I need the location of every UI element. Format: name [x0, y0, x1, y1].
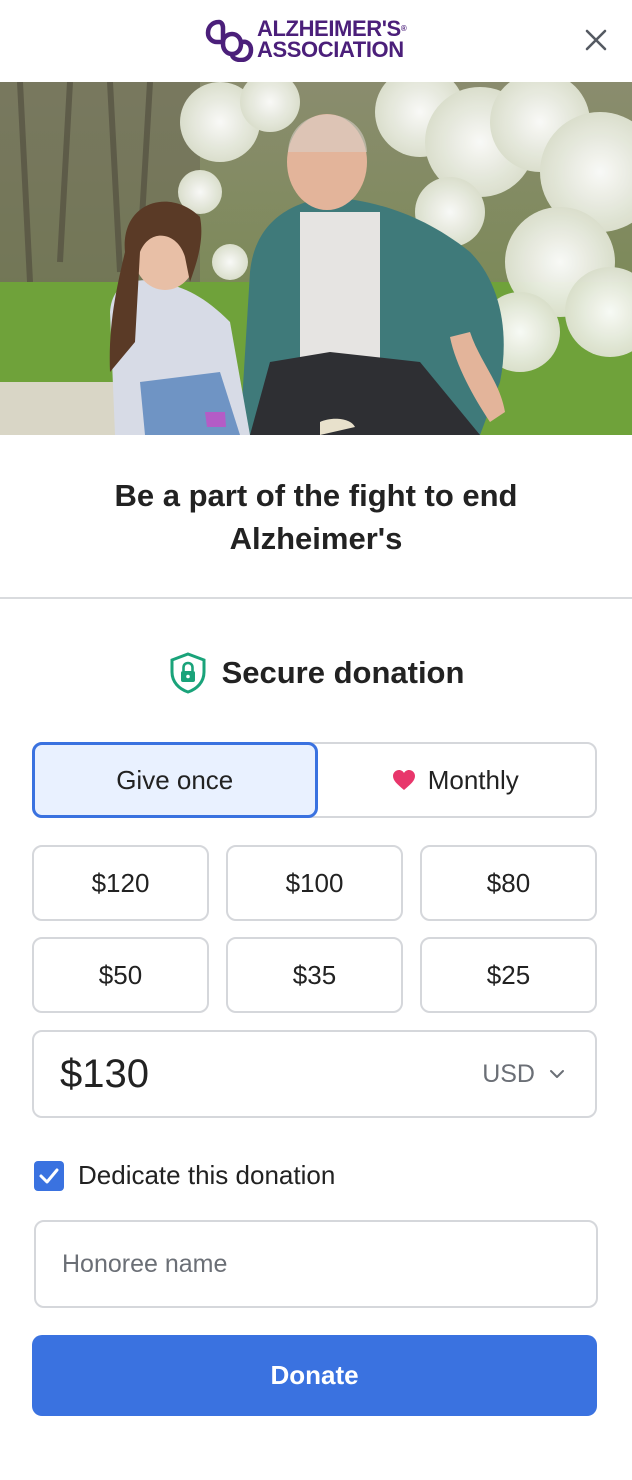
- amount-button-100[interactable]: $100: [226, 845, 403, 921]
- title-line1: Be a part of the fight to end: [114, 478, 518, 513]
- dedicate-row: Dedicate this donation: [34, 1160, 335, 1191]
- currency-select[interactable]: USD: [482, 1060, 565, 1089]
- heart-icon: [392, 770, 415, 790]
- logo-mark-icon: [205, 19, 254, 62]
- brand-logo[interactable]: ALZHEIMER'S® ASSOCIATION: [205, 16, 407, 62]
- frequency-toggle: Give once Monthly: [32, 742, 597, 818]
- give-once-option[interactable]: Give once: [32, 742, 318, 818]
- hero-image: [0, 82, 632, 435]
- close-icon[interactable]: [582, 26, 610, 54]
- dedicate-checkbox[interactable]: [34, 1160, 64, 1191]
- page-title: Be a part of the fight to end Alzheimer'…: [0, 474, 632, 560]
- secure-donation-label: Secure donation: [221, 655, 465, 690]
- amount-value[interactable]: $130: [60, 1052, 482, 1097]
- amount-button-120[interactable]: $120: [32, 845, 209, 921]
- amount-label: $35: [292, 959, 337, 990]
- brand-name-line2: ASSOCIATION: [257, 37, 404, 62]
- monthly-option[interactable]: Monthly: [316, 744, 596, 816]
- custom-amount-field[interactable]: $130 USD: [32, 1030, 597, 1118]
- dedicate-label: Dedicate this donation: [78, 1160, 336, 1190]
- amount-label: $120: [91, 867, 150, 898]
- chevron-down-icon: [550, 1070, 564, 1078]
- divider: [0, 597, 632, 599]
- header: ALZHEIMER'S® ASSOCIATION: [0, 0, 632, 82]
- amount-label: $25: [486, 959, 531, 990]
- brand-name: ALZHEIMER'S® ASSOCIATION: [257, 18, 407, 62]
- amount-button-35[interactable]: $35: [226, 937, 403, 1013]
- honoree-name-input[interactable]: [34, 1220, 598, 1308]
- amount-label: $50: [98, 959, 143, 990]
- secure-donation-heading: Secure donation: [0, 652, 632, 694]
- currency-label: USD: [482, 1059, 535, 1088]
- registered-mark: ®: [400, 24, 407, 33]
- amount-button-25[interactable]: $25: [420, 937, 597, 1013]
- give-once-label: Give once: [116, 764, 234, 795]
- title-line2: Alzheimer's: [229, 521, 403, 556]
- photo-grandfather-granddaughter: [0, 82, 632, 435]
- amount-label: $100: [285, 867, 344, 898]
- donate-button[interactable]: Donate: [32, 1335, 597, 1416]
- amount-button-80[interactable]: $80: [420, 845, 597, 921]
- monthly-label: Monthly: [427, 764, 519, 795]
- amount-button-50[interactable]: $50: [32, 937, 209, 1013]
- checkmark-icon: [39, 1168, 59, 1183]
- shield-lock-icon: [170, 652, 206, 694]
- amount-label: $80: [486, 867, 531, 898]
